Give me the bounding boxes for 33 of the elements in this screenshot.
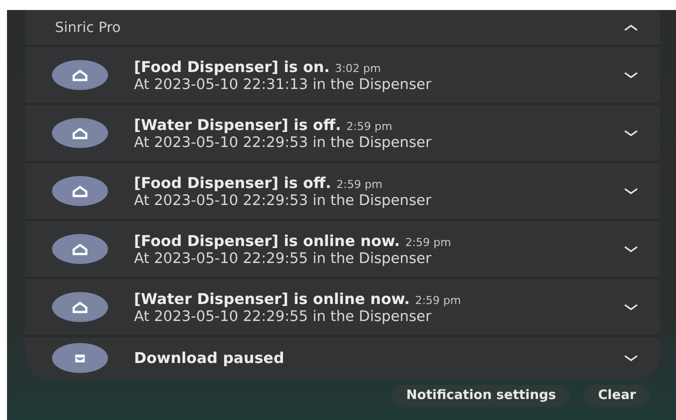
- expand-icon[interactable]: [624, 130, 638, 136]
- notification-title: [Food Dispenser] is on. 3:02 pm: [134, 58, 381, 76]
- home-icon: [52, 292, 108, 322]
- notification-card[interactable]: [Food Dispenser] is online now. 2:59 pm At 2023-05-10 22:29:55 in the Dispenser: [25, 221, 660, 277]
- notification-text: At 2023-05-10 22:29:53 in the Dispenser: [134, 192, 432, 208]
- home-icon: [52, 60, 108, 90]
- notification-title: [Water Dispenser] is online now. 2:59 pm: [134, 290, 461, 308]
- notification-card[interactable]: [Water Dispenser] is online now. 2:59 pm At 2023-05-10 22:29:55 in the Dispenser: [25, 279, 660, 335]
- collapse-icon[interactable]: [624, 24, 638, 31]
- notification-text: At 2023-05-10 22:31:13 in the Dispenser: [134, 76, 432, 92]
- expand-icon[interactable]: [624, 188, 638, 194]
- settings-button[interactable]: Notification settings: [392, 385, 570, 407]
- app-name: Sinric Pro: [55, 20, 121, 36]
- notification-card[interactable]: [Water Dispenser] is off. 2:59 pm At 2023-05-10 22:29:53 in the Dispenser: [25, 105, 660, 161]
- notification-title: [Food Dispenser] is off. 2:59 pm: [134, 174, 382, 192]
- home-icon: [52, 234, 108, 264]
- envelope-icon: [52, 343, 108, 373]
- clear-button[interactable]: Clear: [584, 385, 650, 407]
- home-icon: [52, 118, 108, 148]
- notification-title: Download paused: [134, 349, 284, 367]
- notification-text: At 2023-05-10 22:29:55 in the Dispenser: [134, 250, 432, 266]
- notification-title: [Water Dispenser] is off. 2:59 pm: [134, 116, 392, 134]
- notification-text: At 2023-05-10 22:29:53 in the Dispenser: [134, 134, 432, 150]
- expand-icon[interactable]: [624, 72, 638, 78]
- expand-icon[interactable]: [624, 354, 638, 362]
- notification-card[interactable]: Download paused: [25, 337, 660, 379]
- home-icon: [52, 176, 108, 206]
- notification-card[interactable]: [Food Dispenser] is off. 2:59 pm At 2023-05-10 22:29:53 in the Dispenser: [25, 163, 660, 219]
- notification-card[interactable]: [Food Dispenser] is on. 3:02 pm At 2023-05-10 22:31:13 in the Dispenser: [25, 47, 660, 103]
- notification-title: [Food Dispenser] is online now. 2:59 pm: [134, 232, 452, 250]
- expand-icon[interactable]: [624, 304, 638, 310]
- expand-icon[interactable]: [624, 246, 638, 252]
- notification-text: At 2023-05-10 22:29:55 in the Dispenser: [134, 308, 432, 324]
